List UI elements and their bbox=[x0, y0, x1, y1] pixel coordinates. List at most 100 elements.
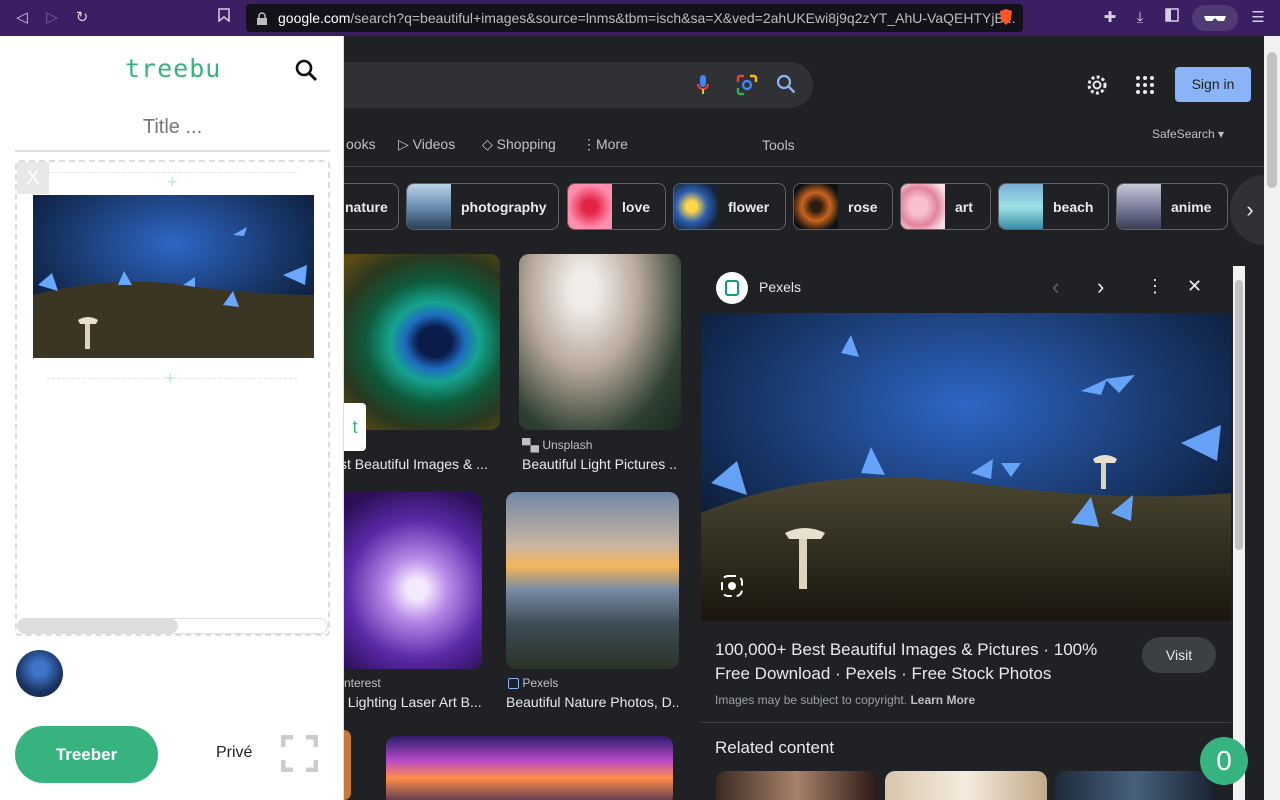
result-title[interactable]: Beautiful Nature Photos, D... bbox=[506, 694, 678, 710]
panel-close-icon[interactable]: ✕ bbox=[1187, 276, 1202, 297]
chip-rose[interactable]: rose bbox=[793, 183, 893, 230]
tag-icon: ◇ bbox=[482, 136, 497, 152]
panel-image[interactable] bbox=[701, 313, 1231, 621]
remove-item-button[interactable]: X bbox=[17, 162, 49, 194]
chip-label: flower bbox=[728, 198, 770, 215]
bookmark-icon[interactable] bbox=[214, 8, 234, 28]
chip-thumb bbox=[568, 184, 612, 229]
learn-more-link[interactable]: Learn More bbox=[910, 693, 975, 707]
settings-icon[interactable] bbox=[1085, 73, 1109, 102]
menu-icon[interactable]: ☰ bbox=[1248, 8, 1268, 28]
chip-anime[interactable]: anime bbox=[1116, 183, 1228, 230]
tab-more-label: More bbox=[596, 136, 628, 152]
browser-toolbar: ◁ ▷ ↻ google.com/search?q=beautiful+imag… bbox=[0, 0, 1280, 36]
tab-videos-label: Videos bbox=[412, 136, 456, 152]
divider bbox=[700, 722, 1231, 723]
treebu-tab-handle[interactable]: t bbox=[344, 403, 366, 451]
safesearch-button[interactable]: SafeSearch ▾ bbox=[1152, 127, 1224, 141]
tab-more[interactable]: ⋮More bbox=[582, 136, 628, 153]
panel-scrollbar-thumb[interactable] bbox=[1235, 280, 1243, 550]
extensions-icon[interactable]: ✚ bbox=[1100, 8, 1120, 28]
treebu-logo: treebu bbox=[125, 54, 222, 83]
result-source: ▀▄ Unsplash bbox=[522, 438, 592, 452]
treebu-count-badge[interactable]: 0 bbox=[1200, 737, 1248, 785]
url-path: /search?q=beautiful+images&source=lnms&t… bbox=[350, 10, 1016, 26]
forward-icon[interactable]: ▷ bbox=[42, 8, 62, 28]
page-scrollbar-thumb[interactable] bbox=[1267, 52, 1277, 188]
panel-title[interactable]: 100,000+ Best Beautiful Images & Picture… bbox=[715, 638, 1125, 686]
chip-label: rose bbox=[848, 198, 878, 215]
search-box[interactable] bbox=[300, 62, 813, 108]
tab-books[interactable]: ooks bbox=[346, 136, 376, 152]
panel-prev-icon[interactable]: ‹ bbox=[1052, 274, 1059, 300]
lock-icon bbox=[256, 4, 268, 32]
search-icon[interactable] bbox=[294, 58, 318, 87]
sidebar-toggle-icon[interactable] bbox=[1162, 8, 1182, 28]
collection-dropzone[interactable]: X + + bbox=[15, 160, 330, 636]
title-input[interactable]: Title ... bbox=[15, 106, 330, 152]
panel-source[interactable]: Pexels bbox=[759, 279, 801, 295]
related-image[interactable] bbox=[716, 771, 877, 800]
panel-next-icon[interactable]: › bbox=[1097, 274, 1104, 300]
address-bar[interactable]: google.com/search?q=beautiful+images&sou… bbox=[246, 4, 1023, 32]
result-source-label: Pexels bbox=[522, 676, 559, 690]
tab-shopping[interactable]: ◇ Shopping bbox=[482, 136, 556, 153]
reload-icon[interactable]: ↻ bbox=[72, 8, 92, 28]
chips-next-button[interactable]: › bbox=[1230, 175, 1264, 245]
chip-thumb bbox=[999, 184, 1043, 229]
collected-image[interactable] bbox=[33, 195, 314, 358]
result-image-sunset[interactable] bbox=[386, 736, 673, 800]
tab-videos[interactable]: ▷ Videos bbox=[398, 136, 455, 153]
lens-search-icon[interactable] bbox=[736, 74, 758, 101]
chip-art[interactable]: art bbox=[900, 183, 991, 230]
tools-button[interactable]: Tools bbox=[762, 137, 795, 153]
chip-beach[interactable]: beach bbox=[998, 183, 1109, 230]
chip-thumb bbox=[901, 184, 945, 229]
private-profile-icon[interactable] bbox=[1192, 5, 1238, 31]
lens-icon[interactable] bbox=[721, 575, 743, 602]
result-image-nature[interactable] bbox=[506, 492, 679, 669]
result-title[interactable]: t Lighting Laser Art B... bbox=[340, 694, 485, 710]
back-icon[interactable]: ◁ bbox=[12, 8, 32, 28]
add-top-icon[interactable]: + bbox=[167, 172, 178, 193]
visit-button[interactable]: Visit bbox=[1142, 637, 1216, 673]
chevron-right-icon: › bbox=[1246, 197, 1254, 222]
private-toggle-label[interactable]: Privé bbox=[216, 744, 252, 762]
copyright-note: Images may be subject to copyright. Lear… bbox=[715, 693, 975, 707]
brave-shield-icon[interactable] bbox=[996, 8, 1016, 28]
divider bbox=[344, 166, 1264, 167]
thumbnail-avatar[interactable] bbox=[16, 650, 63, 697]
chip-flower[interactable]: flower bbox=[673, 183, 786, 230]
sign-in-button[interactable]: Sign in bbox=[1175, 67, 1251, 102]
safesearch-label: SafeSearch bbox=[1152, 127, 1215, 141]
treeber-button[interactable]: Treeber bbox=[15, 726, 158, 783]
chip-thumb bbox=[674, 184, 718, 229]
copyright-text: Images may be subject to copyright. bbox=[715, 693, 908, 707]
related-image[interactable] bbox=[1055, 771, 1215, 800]
result-title[interactable]: Beautiful Light Pictures ... bbox=[522, 456, 677, 472]
apps-icon[interactable] bbox=[1135, 75, 1155, 100]
related-content-heading: Related content bbox=[715, 738, 835, 757]
panel-scrollbar[interactable] bbox=[1233, 266, 1245, 800]
downloads-icon[interactable]: ⤓ bbox=[1130, 8, 1150, 28]
search-icon[interactable] bbox=[776, 74, 796, 99]
video-icon: ▷ bbox=[398, 136, 413, 152]
result-image-light[interactable] bbox=[519, 254, 681, 430]
chip-love[interactable]: love bbox=[567, 183, 666, 230]
tab-shopping-label: Shopping bbox=[496, 136, 556, 152]
result-title[interactable]: st Beautiful Images & ... bbox=[340, 456, 490, 472]
horizontal-scrollbar[interactable] bbox=[17, 618, 328, 634]
result-source: nterest bbox=[344, 676, 381, 690]
result-source: Pexels bbox=[508, 676, 558, 690]
horizontal-scrollbar-thumb[interactable] bbox=[18, 619, 178, 633]
add-bottom-icon[interactable]: + bbox=[165, 368, 176, 389]
panel-more-icon[interactable]: ⋮ bbox=[1146, 276, 1164, 297]
fullscreen-icon[interactable] bbox=[280, 734, 319, 777]
result-image-laser-art[interactable] bbox=[337, 492, 482, 669]
chip-photography[interactable]: photography bbox=[406, 183, 559, 230]
related-image[interactable] bbox=[885, 771, 1047, 800]
more-vert-icon: ⋮ bbox=[582, 136, 596, 152]
page-scrollbar[interactable] bbox=[1264, 36, 1280, 800]
chip-label: photography bbox=[461, 198, 547, 215]
voice-search-icon[interactable] bbox=[696, 74, 710, 101]
